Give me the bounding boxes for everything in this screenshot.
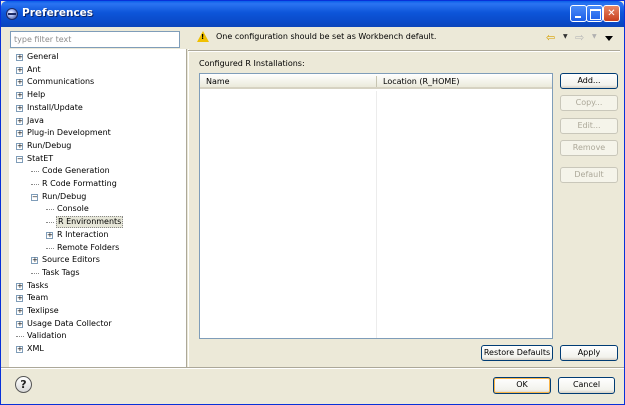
- column-header-location[interactable]: Location (R_HOME): [383, 77, 459, 86]
- add-button[interactable]: Add...: [560, 73, 618, 89]
- tree-connector: [31, 272, 39, 274]
- tree-item-label: R Code Formatting: [42, 179, 117, 188]
- table-body[interactable]: [200, 91, 552, 338]
- tree-item-label: R Environments: [56, 216, 124, 229]
- expand-icon[interactable]: +: [31, 257, 38, 265]
- tree-item-label: Usage Data Collector: [27, 318, 112, 328]
- back-arrow-icon[interactable]: ⇦: [546, 32, 558, 43]
- expand-icon[interactable]: +: [16, 117, 23, 125]
- cancel-button[interactable]: Cancel: [558, 377, 615, 394]
- expand-icon[interactable]: +: [16, 142, 23, 150]
- expand-icon[interactable]: +: [16, 54, 23, 61]
- tree-item-label: Install/Update: [27, 102, 83, 112]
- maximize-button[interactable]: [586, 5, 603, 22]
- status-message: One configuration should be set as Workb…: [216, 32, 437, 41]
- collapse-icon[interactable]: −: [16, 155, 23, 163]
- tree-item-label: Team: [27, 293, 49, 303]
- sash-divider[interactable]: [188, 49, 189, 367]
- eclipse-icon: [6, 8, 18, 20]
- header-separator: [188, 50, 620, 52]
- tree-connector: [31, 171, 39, 173]
- ok-button[interactable]: OK: [493, 377, 551, 394]
- collapse-icon[interactable]: −: [31, 193, 38, 201]
- apply-button[interactable]: Apply: [560, 345, 618, 361]
- section-label: Configured R Installations:: [199, 59, 305, 68]
- tree-item-label: R Interaction: [57, 229, 109, 239]
- restore-defaults-button[interactable]: Restore Defaults: [481, 345, 553, 361]
- tree-item-label: Console: [57, 204, 89, 214]
- minimize-button[interactable]: [570, 5, 587, 22]
- close-button[interactable]: ✕: [603, 5, 620, 22]
- tree-item-label: Source Editors: [42, 255, 100, 265]
- tree-connector: [46, 222, 54, 224]
- column-gridline: [376, 91, 377, 338]
- tree-connector: [46, 247, 54, 249]
- expand-icon[interactable]: +: [16, 104, 23, 112]
- column-header-name[interactable]: Name: [206, 77, 230, 86]
- expand-icon[interactable]: +: [46, 231, 53, 239]
- expand-icon[interactable]: +: [16, 308, 23, 315]
- forward-arrow-icon[interactable]: ⇨: [575, 32, 587, 43]
- tree-item-label: StatET: [27, 153, 54, 163]
- tree-item-label: Remote Folders: [57, 242, 120, 252]
- preferences-window: Preferences ✕ + General + Ant + Communication…: [0, 0, 625, 405]
- tree-item-label: Java: [27, 115, 44, 125]
- expand-icon[interactable]: +: [16, 92, 23, 100]
- column-divider[interactable]: [376, 76, 377, 87]
- tree-connector: [31, 184, 39, 185]
- expand-icon[interactable]: +: [16, 130, 23, 138]
- default-button[interactable]: Default: [560, 167, 618, 183]
- tree-item-label: Validation: [27, 331, 67, 341]
- tree-item-label: Texlipse: [27, 306, 59, 315]
- view-menu-icon[interactable]: [605, 36, 613, 41]
- filter-input[interactable]: [10, 31, 180, 48]
- window-title: Preferences: [22, 7, 94, 19]
- tree-connector: [16, 336, 24, 338]
- tree-item-label: Run/Debug: [42, 191, 87, 201]
- tree-connector: [46, 209, 54, 211]
- tree-item-label: Tasks: [27, 280, 49, 290]
- r-installations-table[interactable]: Name Location (R_HOME): [199, 73, 553, 339]
- tree-item-label: General: [27, 52, 59, 61]
- tree-item-label: Plug-in Development: [27, 128, 111, 138]
- preference-tree: + General + Ant + Communications + Help + Install…: [9, 49, 187, 367]
- tree-item-label: Communications: [27, 77, 95, 87]
- expand-icon[interactable]: +: [16, 282, 23, 290]
- expand-icon[interactable]: +: [16, 66, 23, 74]
- edit-button[interactable]: Edit...: [560, 118, 618, 134]
- help-icon[interactable]: ?: [15, 376, 32, 393]
- warning-icon: !: [197, 31, 209, 42]
- title-bar[interactable]: Preferences ✕: [1, 1, 624, 27]
- tree-item-label: Task Tags: [42, 267, 80, 277]
- expand-icon[interactable]: +: [16, 320, 23, 328]
- copy-button[interactable]: Copy...: [560, 95, 618, 111]
- tree-item-label: XML: [27, 344, 44, 354]
- tree-item-label: Code Generation: [42, 166, 110, 176]
- footer-separator: [1, 367, 624, 369]
- expand-icon[interactable]: +: [16, 295, 23, 303]
- tree-item-label: Help: [27, 90, 46, 100]
- remove-button[interactable]: Remove: [560, 140, 618, 156]
- table-header: Name Location (R_HOME): [200, 74, 552, 89]
- tree-item-label: Ant: [27, 64, 41, 74]
- expand-icon[interactable]: +: [16, 346, 23, 354]
- expand-icon[interactable]: +: [16, 79, 23, 87]
- back-history-dropdown[interactable]: ▼: [563, 33, 568, 40]
- forward-history-dropdown[interactable]: ▼: [592, 33, 597, 40]
- tree-item-label: Run/Debug: [27, 140, 72, 150]
